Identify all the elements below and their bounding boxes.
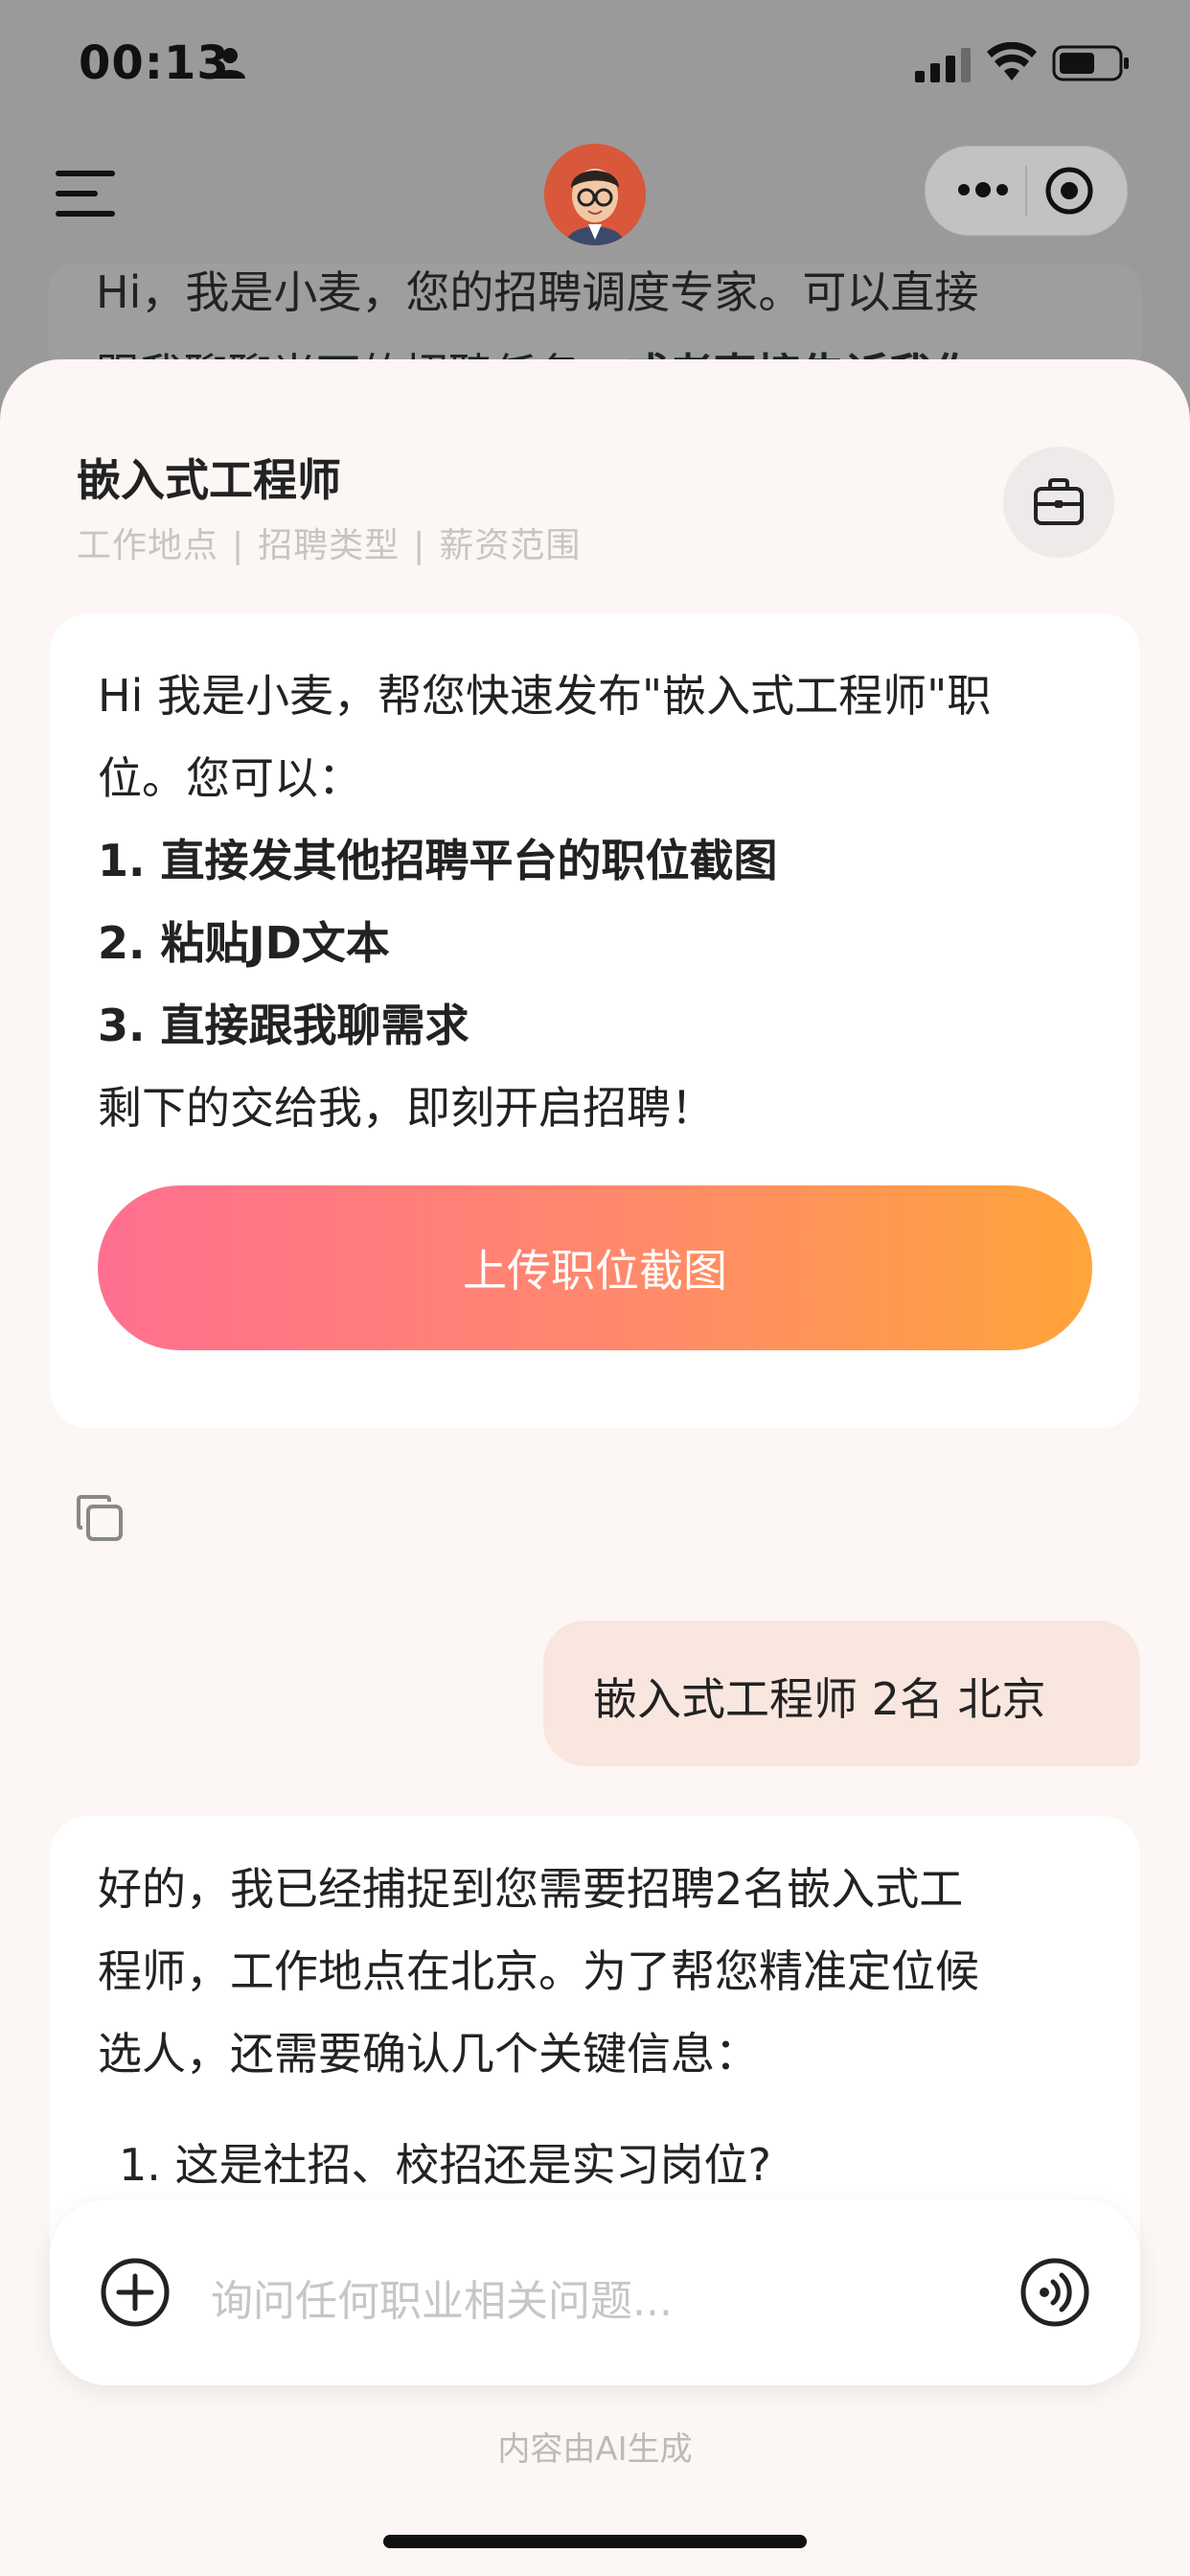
bot-message-line: 位。您可以： (98, 752, 362, 804)
job-title: 嵌入式工程师 (77, 454, 341, 506)
ai-generated-notice: 内容由AI生成 (497, 2430, 693, 2469)
meta-separator: | (413, 526, 426, 565)
job-details-button[interactable] (1003, 447, 1114, 558)
battery-icon (1052, 45, 1129, 81)
status-time: 00:13 (79, 36, 230, 90)
bot-option-screenshot: 1. 直接发其他招聘平台的职位截图 (98, 835, 778, 886)
user-message-text: 嵌入式工程师 2名 北京 (593, 1673, 1046, 1725)
more-options-icon[interactable] (954, 175, 1012, 204)
upload-job-screenshot-button[interactable]: 上传职位截图 (98, 1185, 1092, 1350)
person-icon (215, 48, 245, 79)
plus-icon[interactable] (100, 2257, 171, 2328)
close-miniprogram-icon[interactable] (1044, 166, 1094, 216)
bot-reply-line: 选人，还需要确认几个关键信息： (98, 2028, 759, 2080)
bot-message-line: Hi 我是小麦，帮您快速发布"嵌入式工程师"职 (98, 670, 992, 722)
bot-reply-line: 好的，我已经捕捉到您需要招聘2名嵌入式工 (98, 1863, 964, 1915)
bot-reply-list-item: 1. 这是社招、校招还是实习岗位? (119, 2139, 771, 2191)
bot-option-paste-jd: 2. 粘贴JD文本 (98, 917, 390, 969)
briefcase-icon (1034, 478, 1084, 525)
status-bar: 00:13 (0, 0, 1190, 134)
job-meta-location[interactable]: 工作地点 (77, 526, 218, 565)
background-intro-line1: Hi，我是小麦，您的招聘调度专家。可以直接 (96, 266, 979, 318)
wifi-icon (987, 42, 1037, 80)
copy-icon[interactable] (75, 1493, 125, 1543)
menu-icon[interactable] (56, 169, 115, 218)
chat-input-bar: 询问任何职业相关问题... (50, 2199, 1140, 2385)
meta-separator: | (232, 526, 245, 565)
capsule-divider (1025, 166, 1027, 216)
job-meta-row: 工作地点 | 招聘类型 | 薪资范围 (77, 518, 581, 567)
user-message-bubble: 嵌入式工程师 2名 北京 (543, 1621, 1140, 1766)
home-indicator[interactable] (383, 2535, 807, 2548)
bot-reply-line: 程师，工作地点在北京。为了帮您精准定位候 (98, 1945, 979, 1997)
job-meta-salary[interactable]: 薪资范围 (439, 526, 581, 565)
bot-option-chat: 3. 直接跟我聊需求 (98, 1000, 469, 1051)
voice-input-icon[interactable] (1019, 2257, 1090, 2328)
assistant-avatar[interactable] (544, 144, 646, 245)
job-meta-type[interactable]: 招聘类型 (258, 526, 400, 565)
chat-input-field[interactable]: 询问任何职业相关问题... (211, 2266, 673, 2328)
miniprogram-capsule (925, 146, 1128, 236)
bot-message-line: 剩下的交给我，即刻开启招聘！ (98, 1082, 715, 1134)
cellular-signal-icon (915, 48, 971, 82)
bot-welcome-message: Hi 我是小麦，帮您快速发布"嵌入式工程师"职 位。您可以： 1. 直接发其他招… (50, 613, 1140, 1428)
